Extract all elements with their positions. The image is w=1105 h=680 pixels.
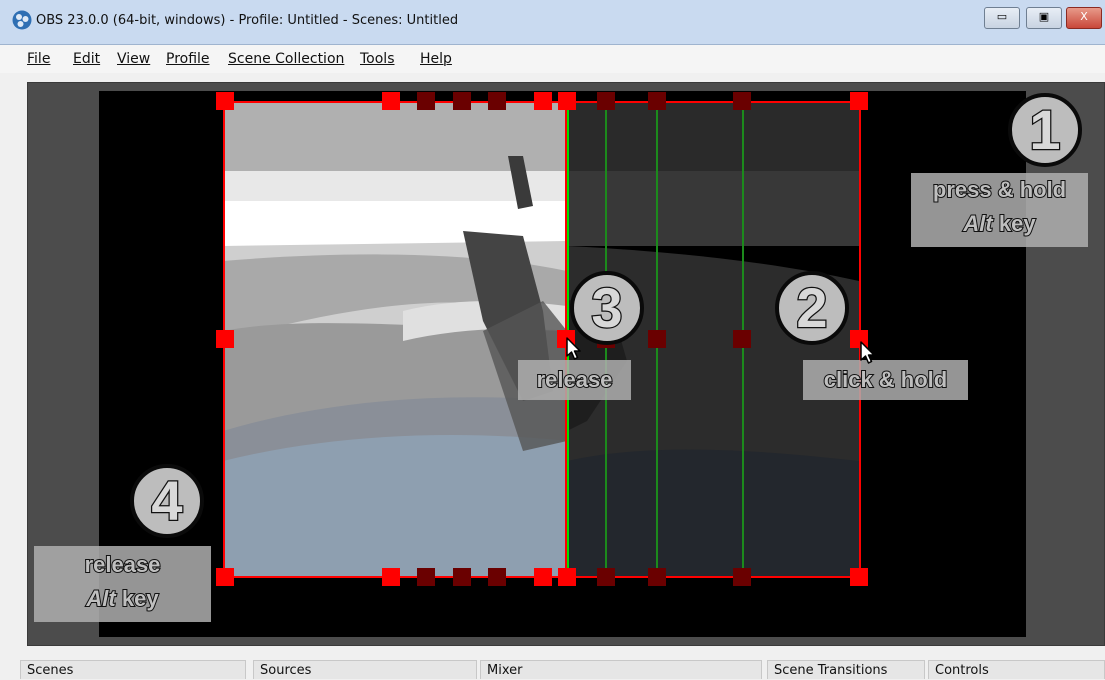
menu-help[interactable]: Help xyxy=(420,51,452,67)
resize-handle-top[interactable] xyxy=(382,92,400,110)
close-button[interactable]: X xyxy=(1066,7,1102,29)
ghost-handle xyxy=(648,92,666,110)
resize-handle-bottom-left[interactable] xyxy=(558,568,576,586)
resize-handle-bottom-right[interactable] xyxy=(534,568,552,586)
step-1-line2: Alt key xyxy=(962,210,1036,237)
menu-edit[interactable]: Edit xyxy=(73,51,100,67)
ghost-handle xyxy=(648,568,666,586)
step-4-line1: release xyxy=(84,551,162,578)
dock-sources[interactable]: Sources xyxy=(253,660,477,679)
step-4-circle: 4 xyxy=(130,464,204,538)
selection-box-cropped[interactable] xyxy=(223,101,567,578)
menu-profile[interactable]: Profile xyxy=(166,51,210,67)
ghost-handle xyxy=(488,92,506,110)
ghost-handle xyxy=(488,568,506,586)
mouse-cursor-icon xyxy=(566,337,581,360)
resize-handle-bottom-right[interactable] xyxy=(850,568,868,586)
minimize-button[interactable]: ▭ xyxy=(984,7,1020,29)
ghost-handle xyxy=(417,92,435,110)
step-3-label: release xyxy=(536,366,614,393)
mouse-cursor-icon xyxy=(860,341,875,364)
dock-scene-transitions[interactable]: Scene Transitions xyxy=(767,660,925,679)
resize-handle-top-left[interactable] xyxy=(558,92,576,110)
step-3-circle: 3 xyxy=(570,271,644,345)
ghost-handle xyxy=(417,568,435,586)
step-4-line2: Alt key xyxy=(85,585,159,612)
ghost-handle xyxy=(733,330,751,348)
menu-tools[interactable]: Tools xyxy=(360,51,395,67)
restore-icon: ▣ xyxy=(1038,10,1050,23)
minimize-icon: ▭ xyxy=(996,10,1008,23)
resize-handle-bottom-left[interactable] xyxy=(216,568,234,586)
dock-scenes[interactable]: Scenes xyxy=(20,660,246,679)
resize-handle-top-left[interactable] xyxy=(216,92,234,110)
close-icon: X xyxy=(1080,10,1088,23)
restore-button[interactable]: ▣ xyxy=(1026,7,1062,29)
menu-view[interactable]: View xyxy=(117,51,150,67)
resize-handle-bottom[interactable] xyxy=(382,568,400,586)
ghost-handle xyxy=(453,92,471,110)
resize-handle-top-right[interactable] xyxy=(850,92,868,110)
step-2-label: click & hold xyxy=(823,366,948,393)
ghost-handle xyxy=(733,92,751,110)
ghost-handle xyxy=(648,330,666,348)
dock-controls[interactable]: Controls xyxy=(928,660,1105,679)
ghost-handle xyxy=(453,568,471,586)
ghost-handle xyxy=(597,92,615,110)
menu-bar: File Edit View Profile Scene Collection … xyxy=(0,45,1105,73)
title-bar: OBS 23.0.0 (64-bit, windows) - Profile: … xyxy=(0,0,1105,45)
dock-mixer[interactable]: Mixer xyxy=(480,660,762,679)
step-1-line1: press & hold xyxy=(932,176,1067,203)
obs-logo-icon xyxy=(12,10,32,30)
resize-handle-left[interactable] xyxy=(216,330,234,348)
step-2-circle: 2 xyxy=(775,271,849,345)
menu-scene-collection[interactable]: Scene Collection xyxy=(228,51,344,67)
ghost-handle xyxy=(597,568,615,586)
resize-handle-top-right[interactable] xyxy=(534,92,552,110)
ghost-handle xyxy=(733,568,751,586)
step-1-circle: 1 xyxy=(1008,93,1082,167)
window-title: OBS 23.0.0 (64-bit, windows) - Profile: … xyxy=(36,13,459,28)
menu-file[interactable]: File xyxy=(27,51,50,67)
